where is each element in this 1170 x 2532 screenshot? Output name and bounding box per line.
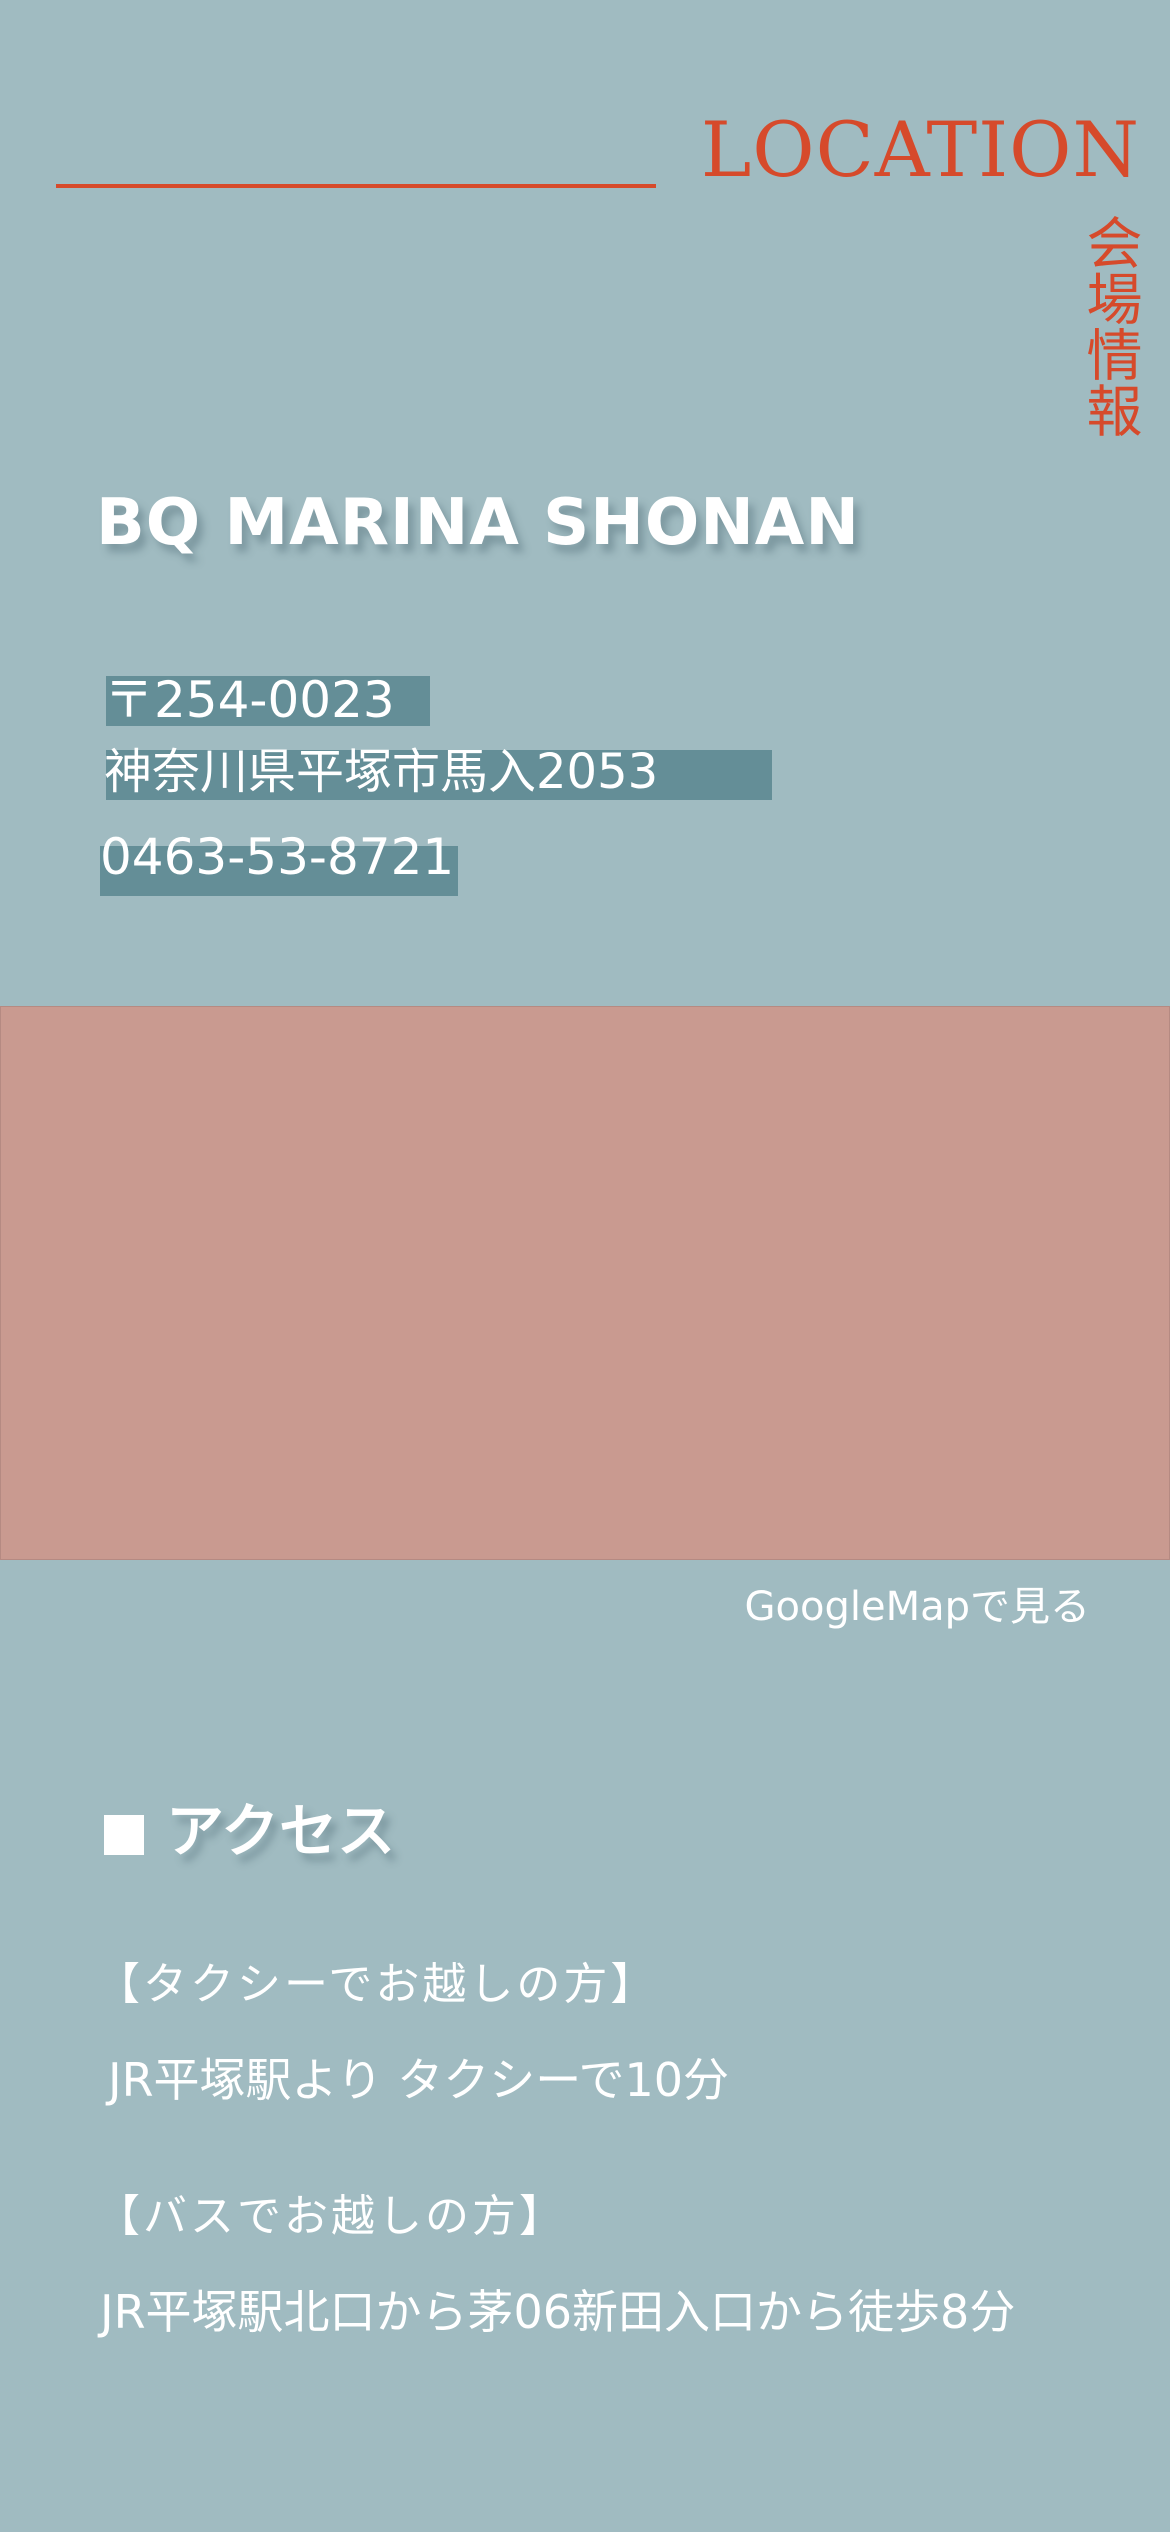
bus-section-title: 【バスでお越しの方】 [96,2191,566,2242]
venue-postal-code: 〒254-0023 [104,671,395,729]
page-subtitle: 会場情報 [1077,214,1142,438]
access-heading: アクセス [104,1784,395,1868]
google-map-link[interactable]: GoogleMapで見る [560,1574,1090,1632]
square-bullet-icon [104,1814,144,1855]
bus-section-description: JR平塚駅北口から茅06新田入口から徒歩8分 [100,2285,1016,2339]
taxi-section-description: JR平塚駅より タクシーで10分 [108,2053,730,2107]
venue-address: 神奈川県平塚市馬入2053 [104,744,659,800]
page-title: LOCATION [700,105,1140,194]
venue-phone-link[interactable]: 0463-53-8721 [100,828,454,886]
taxi-section-title: 【タクシーでお越しの方】 [96,1959,658,2010]
header-divider-line [56,184,656,188]
map-embed[interactable] [0,1006,1170,1560]
venue-name: BQ MARINA SHONAN [96,486,860,560]
access-heading-label: アクセス [166,1797,396,1865]
